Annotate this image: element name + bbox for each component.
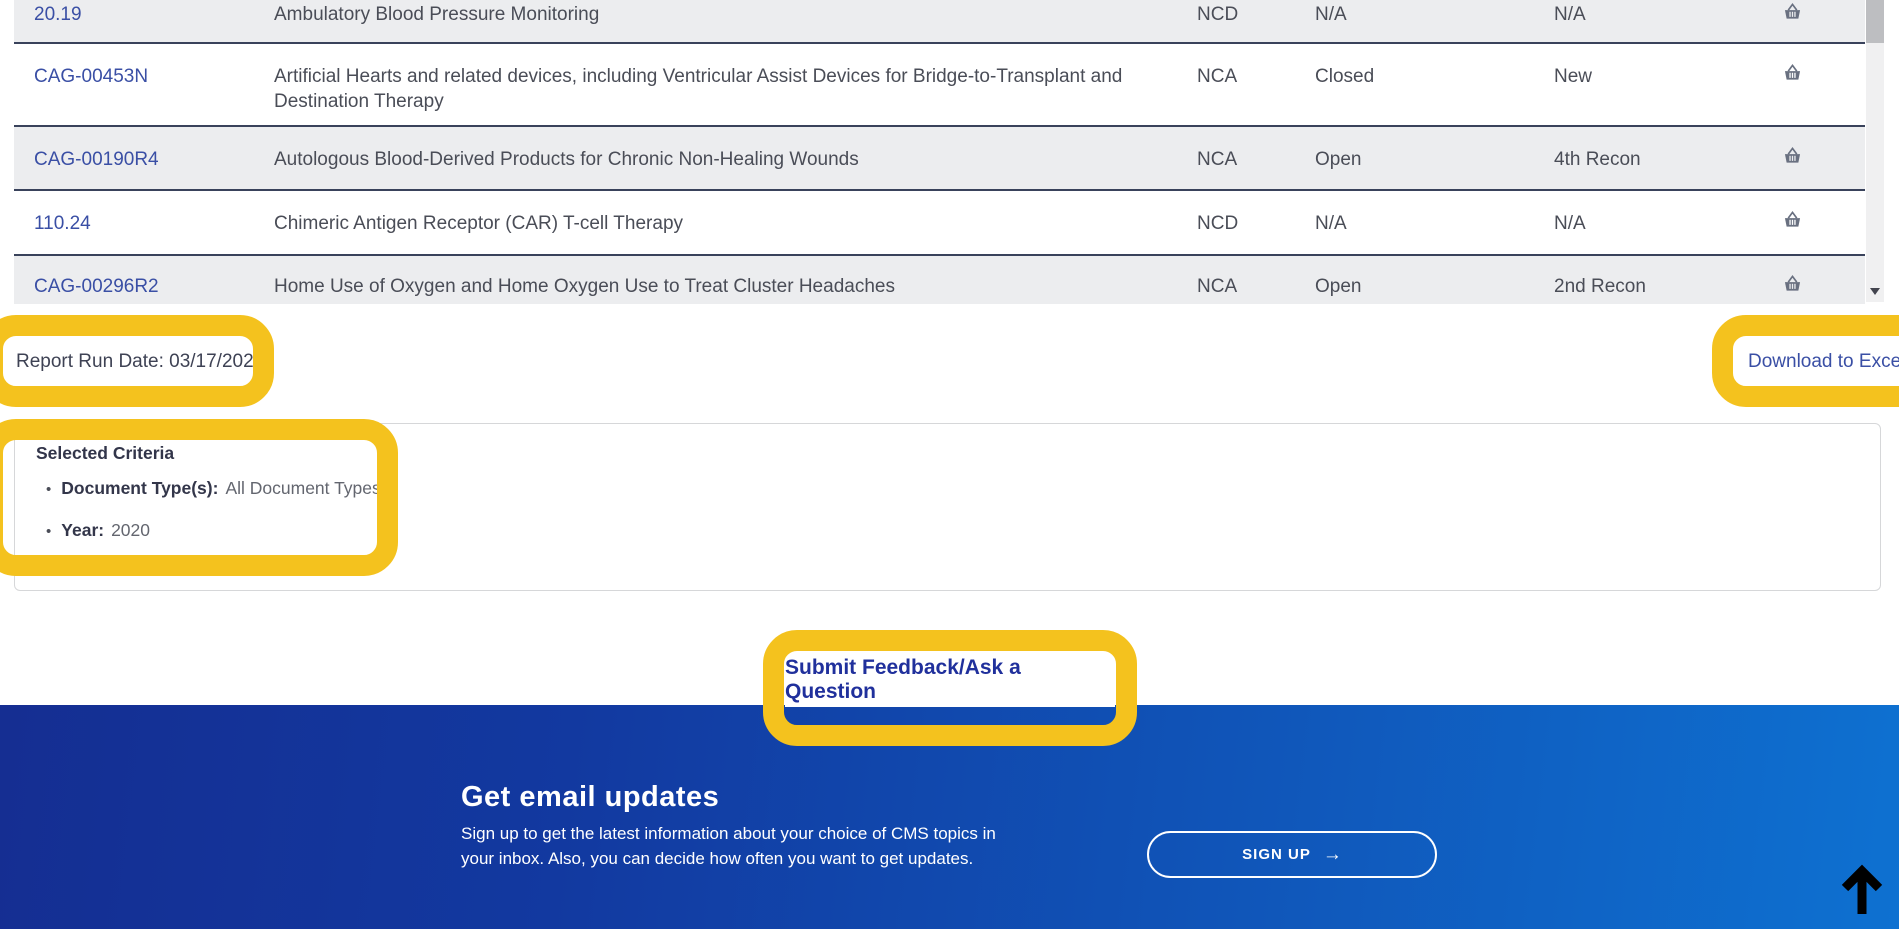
- document-type: NCA: [1197, 127, 1315, 172]
- table-row: 110.24 Chimeric Antigen Receptor (CAR) T…: [14, 191, 1865, 256]
- up-arrow-icon: [1836, 862, 1888, 918]
- scrollbar-down-arrow-icon[interactable]: [1870, 288, 1880, 295]
- document-title: Chimeric Antigen Receptor (CAR) T-cell T…: [274, 191, 1197, 236]
- document-recon: 4th Recon: [1554, 127, 1759, 172]
- footer-description-line: Sign up to get the latest information ab…: [461, 821, 996, 846]
- document-status: Open: [1315, 127, 1554, 172]
- document-status: N/A: [1315, 0, 1554, 27]
- table-row: CAG-00190R4 Autologous Blood-Derived Pro…: [14, 127, 1865, 191]
- table-row: CAG-00453N Artificial Hearts and related…: [14, 44, 1865, 127]
- criteria-label: Document Type(s):: [61, 478, 218, 499]
- footer-description-line: your inbox. Also, you can decide how oft…: [461, 846, 996, 871]
- document-recon: N/A: [1554, 0, 1759, 27]
- scrollbar-thumb[interactable]: [1866, 0, 1884, 43]
- criteria-value: 2020: [111, 520, 150, 541]
- basket-icon[interactable]: [1783, 63, 1802, 88]
- document-type: NCD: [1197, 0, 1315, 27]
- document-recon: 2nd Recon: [1554, 256, 1759, 299]
- criteria-item: • Document Type(s): All Document Types: [36, 478, 381, 499]
- criteria-item: • Year: 2020: [36, 520, 381, 541]
- document-status: Closed: [1315, 44, 1554, 89]
- criteria-value: All Document Types: [225, 478, 380, 499]
- document-title: Artificial Hearts and related devices, i…: [274, 44, 1197, 114]
- basket-icon[interactable]: [1783, 146, 1802, 171]
- document-status: Open: [1315, 256, 1554, 299]
- bullet-icon: •: [46, 481, 51, 498]
- sign-up-button[interactable]: SIGN UP →: [1147, 831, 1437, 878]
- page: 20.19 Ambulatory Blood Pressure Monitori…: [0, 0, 1899, 929]
- document-id-link[interactable]: 110.24: [34, 191, 274, 236]
- document-recon: New: [1554, 44, 1759, 89]
- table-scrollbar[interactable]: [1866, 0, 1884, 302]
- document-type: NCA: [1197, 44, 1315, 89]
- back-to-top-button[interactable]: [1836, 862, 1888, 918]
- footer-heading: Get email updates: [461, 781, 719, 814]
- document-title: Ambulatory Blood Pressure Monitoring: [274, 0, 1197, 27]
- document-title: Home Use of Oxygen and Home Oxygen Use t…: [274, 256, 1197, 299]
- selected-criteria: Selected Criteria • Document Type(s): Al…: [36, 443, 381, 562]
- right-arrow-icon: →: [1323, 844, 1342, 866]
- footer: [0, 705, 1899, 929]
- footer-description: Sign up to get the latest information ab…: [461, 821, 996, 871]
- table-row: CAG-00296R2 Home Use of Oxygen and Home …: [14, 256, 1865, 304]
- sign-up-label: SIGN UP: [1242, 846, 1311, 863]
- report-run-date: Report Run Date: 03/17/2021: [16, 351, 264, 373]
- basket-icon[interactable]: [1783, 210, 1802, 235]
- basket-icon[interactable]: [1783, 274, 1802, 299]
- document-type: NCA: [1197, 256, 1315, 299]
- document-recon: N/A: [1554, 191, 1759, 236]
- document-status: N/A: [1315, 191, 1554, 236]
- selected-criteria-heading: Selected Criteria: [36, 443, 381, 464]
- criteria-label: Year:: [61, 520, 104, 541]
- document-id-link[interactable]: CAG-00453N: [34, 44, 274, 89]
- basket-icon[interactable]: [1783, 2, 1802, 27]
- document-type: NCD: [1197, 191, 1315, 236]
- download-to-excel-link[interactable]: Download to Excel: [1748, 351, 1899, 373]
- submit-feedback-button[interactable]: Submit Feedback/Ask a Question: [785, 652, 1115, 707]
- bullet-icon: •: [46, 523, 51, 540]
- document-title: Autologous Blood-Derived Products for Ch…: [274, 127, 1197, 172]
- results-table: 20.19 Ambulatory Blood Pressure Monitori…: [14, 0, 1865, 304]
- document-id-link[interactable]: 20.19: [34, 0, 274, 27]
- document-id-link[interactable]: CAG-00296R2: [34, 256, 274, 299]
- document-id-link[interactable]: CAG-00190R4: [34, 127, 274, 172]
- table-row: 20.19 Ambulatory Blood Pressure Monitori…: [14, 0, 1865, 44]
